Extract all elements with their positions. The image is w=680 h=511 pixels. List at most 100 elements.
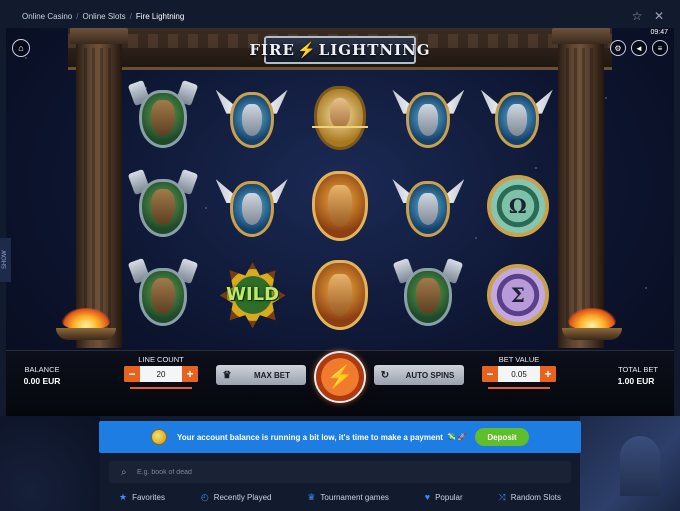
home-icon[interactable]: ⌂ <box>12 39 30 57</box>
reel-cell <box>119 72 207 161</box>
heart-icon: ♥ <box>424 492 431 502</box>
tab-random-slots[interactable]: ⤨ Random Slots <box>499 492 561 503</box>
balance-label: BALANCE <box>24 365 60 374</box>
tab-label: Favorites <box>132 492 165 502</box>
line-count-increase-button[interactable]: + <box>182 366 198 382</box>
winged-helmet-symbol <box>392 169 465 243</box>
winged-helmet-symbol <box>215 169 288 243</box>
breadcrumb: Online Casino / Online Slots / Fire Ligh… <box>22 12 184 21</box>
deposit-button[interactable]: Deposit <box>475 428 529 446</box>
fire-icon <box>568 308 616 330</box>
bet-value-stepper: − 0.05 + <box>482 366 556 382</box>
max-bet-label: MAX BET <box>254 370 290 380</box>
winged-helmet-symbol <box>392 80 465 154</box>
auto-spins-button[interactable]: ↻ AUTO SPINS <box>374 365 464 385</box>
breadcrumb-separator: / <box>76 11 79 21</box>
bet-value-label: BET VALUE <box>498 355 540 364</box>
tab-tournament-games[interactable]: ♛ Tournament games <box>307 492 389 503</box>
tab-label: Tournament games <box>320 492 389 502</box>
tab-favorites[interactable]: ★ Favorites <box>119 492 165 503</box>
game-logo: FIRE ⚡ LIGHTNING <box>249 36 430 64</box>
tab-label: Popular <box>435 492 463 502</box>
notice-emoji: 💸 🚀 <box>446 434 467 441</box>
reel-cell <box>473 72 561 161</box>
reel-cell: WILD <box>207 251 295 340</box>
trophy-icon: ♛ <box>307 491 316 502</box>
logo-word-lightning: LIGHTNING <box>318 41 431 59</box>
line-count-underline <box>130 387 192 389</box>
auto-spin-icon: ↻ <box>380 369 390 381</box>
coin-icon <box>151 429 167 445</box>
spin-button[interactable]: ⚡ <box>314 351 366 403</box>
zeus-symbol <box>304 169 376 243</box>
fire-icon <box>62 308 110 330</box>
left-pillar <box>70 28 128 348</box>
brazier-bowl <box>56 328 116 340</box>
star-icon[interactable]: ☆ <box>630 9 644 23</box>
bet-value-decrease-button[interactable]: − <box>482 366 498 382</box>
search-icon: ⌕ <box>121 466 127 478</box>
star-icon: ★ <box>119 491 128 502</box>
close-icon[interactable]: ✕ <box>652 9 666 23</box>
logo-word-fire: FIRE <box>249 41 295 59</box>
reel-cell <box>384 72 472 161</box>
zeus-symbol <box>304 258 376 332</box>
bet-value-value: 0.05 <box>511 369 527 379</box>
right-brazier <box>562 308 622 350</box>
total-bet-label: TOTAL BET <box>618 365 658 374</box>
game-frame: FIRE ⚡ LIGHTNING ⌂ 09:47 ⚙ ◄ ≡ Ω WILD Σ BA… <box>6 28 674 416</box>
search-input[interactable] <box>137 468 571 476</box>
reel-cell: Σ <box>473 251 561 340</box>
background-decoration-right <box>580 416 680 511</box>
omega-coin-symbol: Ω <box>481 169 553 243</box>
warrior-symbol <box>392 258 464 332</box>
lightning-bolt-icon: ⚡ <box>296 41 317 59</box>
warrior-symbol <box>127 79 199 154</box>
tab-label: Random Slots <box>510 492 561 502</box>
reel-grid: Ω WILD Σ <box>119 72 561 340</box>
justice-symbol <box>304 80 376 154</box>
show-sidebar-tab[interactable]: SHOW <box>0 238 11 282</box>
lightning-bolt-icon: ⚡ <box>326 364 354 389</box>
line-count-stepper: − 20 + <box>124 366 198 382</box>
reel-cell <box>296 72 384 161</box>
breadcrumb-current: Fire Lightning <box>135 11 185 21</box>
page: Online Casino / Online Slots / Fire Ligh… <box>0 0 680 511</box>
settings-icon[interactable]: ⚙ <box>610 40 626 56</box>
reel-cell: Ω <box>473 161 561 250</box>
tab-recently-played[interactable]: ◴ Recently Played <box>201 492 272 503</box>
auto-spins-label: AUTO SPINS <box>405 370 455 380</box>
line-count-label: LINE COUNT <box>138 355 184 364</box>
bet-value-increase-button[interactable]: + <box>540 366 556 382</box>
right-pillar <box>552 28 610 348</box>
breadcrumb-online-slots[interactable]: Online Slots <box>82 12 125 21</box>
shuffle-icon: ⤨ <box>498 491 506 502</box>
left-brazier <box>56 308 116 350</box>
background-decoration-left <box>0 416 100 511</box>
sigma-coin-symbol: Σ <box>481 258 553 332</box>
breadcrumb-separator: / <box>129 11 132 21</box>
balance-value: 0.00 EUR <box>23 376 61 386</box>
notice-message: Your account balance is running a bit lo… <box>177 432 443 442</box>
reel-cell <box>384 161 472 250</box>
category-tabs: ★ Favorites ◴ Recently Played ♛ Tourname… <box>109 488 571 506</box>
line-count-decrease-button[interactable]: − <box>124 366 140 382</box>
history-icon: ◴ <box>200 491 209 502</box>
wild-symbol: WILD <box>216 258 288 332</box>
menu-icon[interactable]: ≡ <box>652 40 668 56</box>
winged-helmet-symbol <box>480 80 553 154</box>
tab-label: Recently Played <box>213 492 272 502</box>
max-bet-button[interactable]: ♛ MAX BET <box>216 365 306 385</box>
bet-value-underline <box>488 387 550 389</box>
sound-icon[interactable]: ◄ <box>631 40 647 56</box>
low-balance-notice: Your account balance is running a bit lo… <box>99 421 581 453</box>
reel-cell <box>296 161 384 250</box>
breadcrumb-online-casino[interactable]: Online Casino <box>22 12 72 21</box>
reel-cell <box>207 72 295 161</box>
tab-popular[interactable]: ♥ Popular <box>425 492 463 502</box>
crown-icon: ♛ <box>222 369 232 381</box>
reel-cell <box>119 251 207 340</box>
reel-cell <box>384 251 472 340</box>
game-search: ⌕ <box>109 461 571 483</box>
warrior-symbol <box>127 168 199 243</box>
